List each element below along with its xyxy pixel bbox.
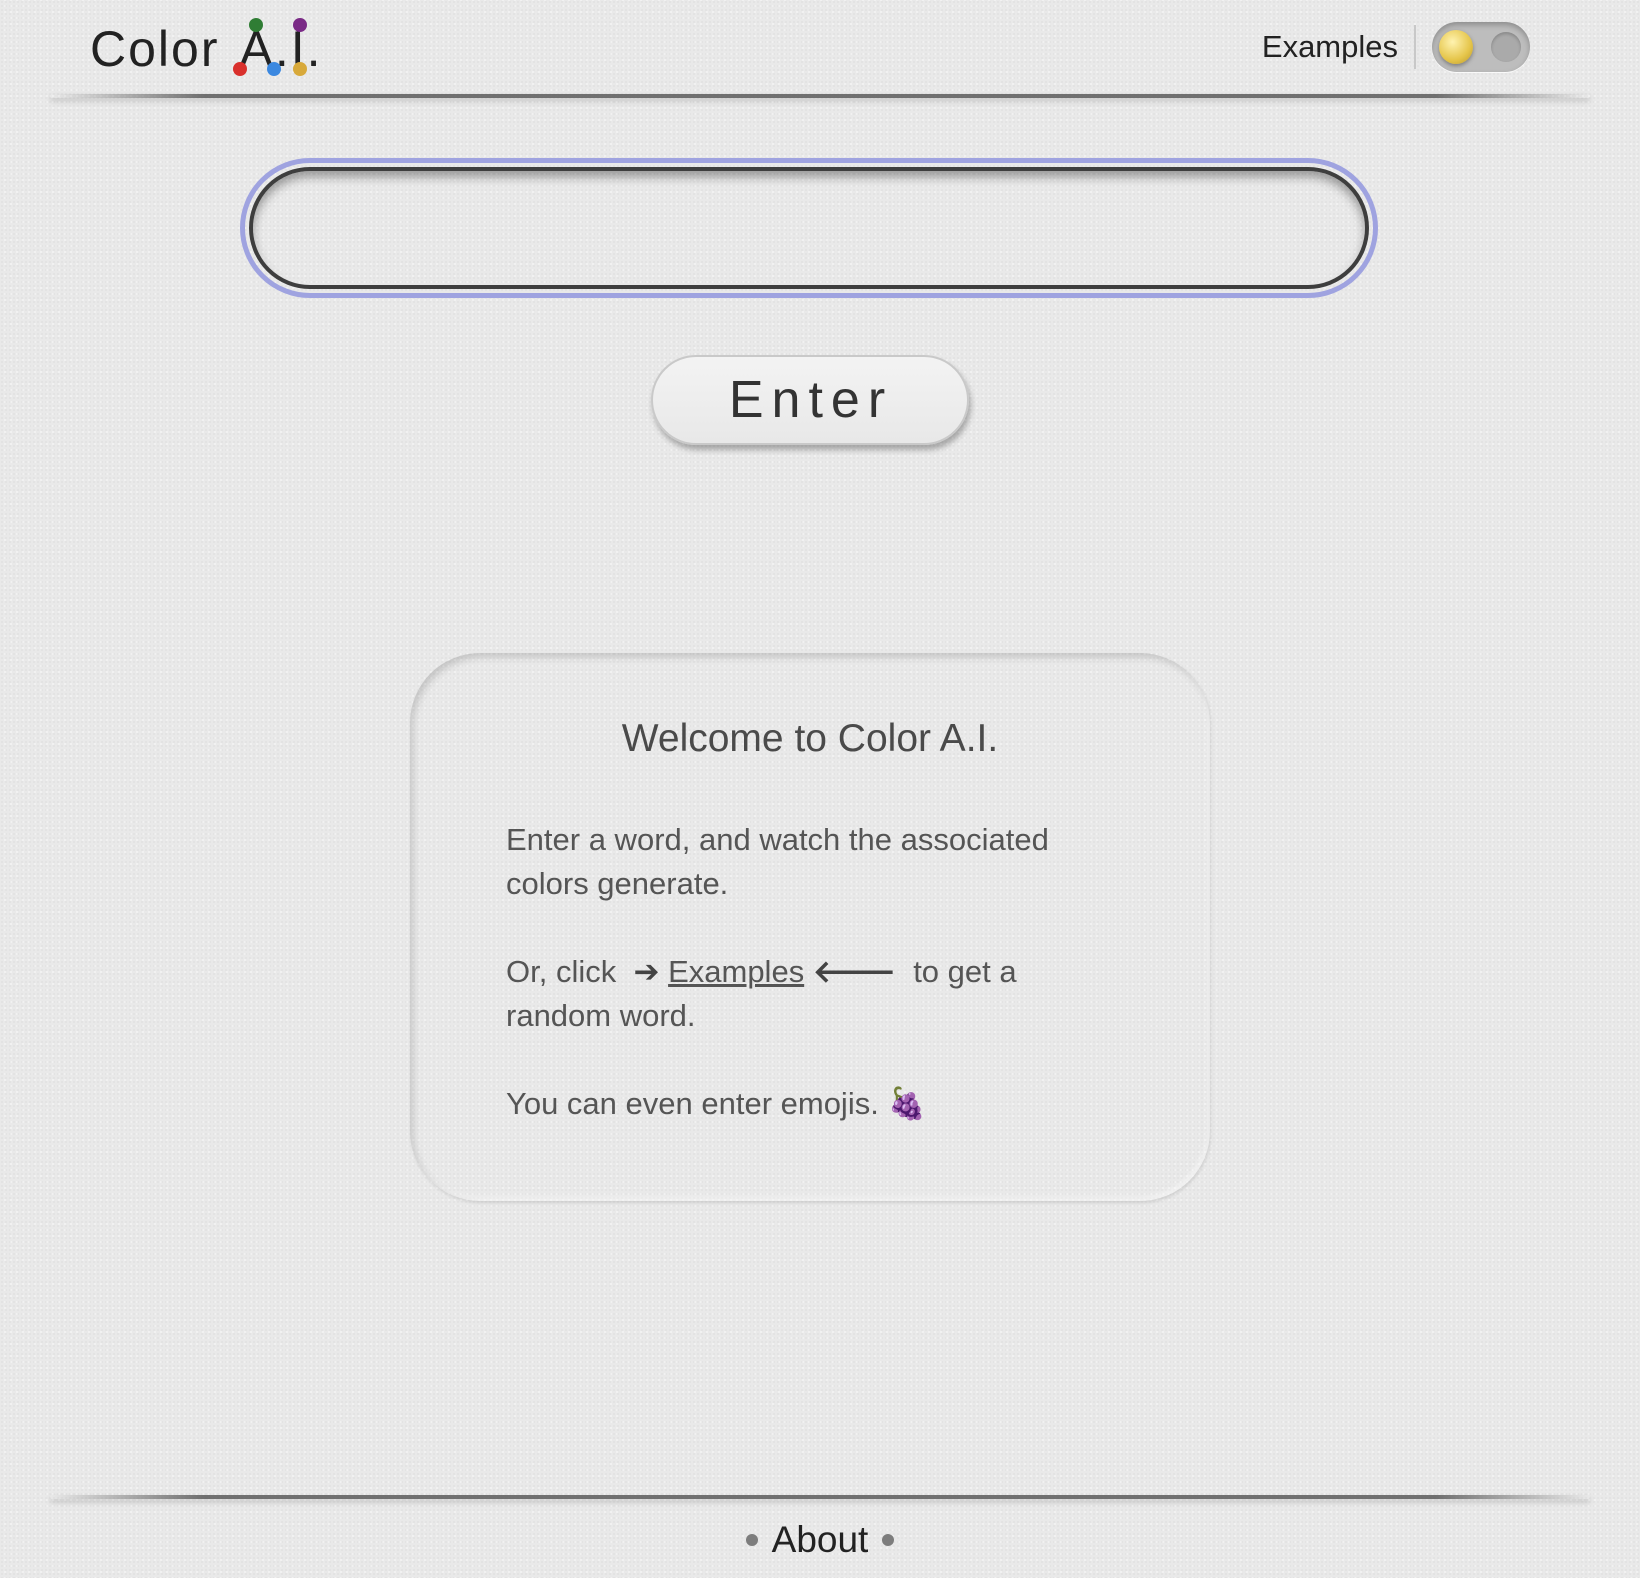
welcome-title: Welcome to Color A.I. — [621, 717, 999, 760]
welcome-examples-link[interactable]: Examples — [668, 954, 804, 989]
grapes-emoji-icon: 🍇 — [887, 1086, 927, 1121]
arrow-left-icon: 🡐 — [812, 954, 896, 989]
welcome-line-3-text: You can even enter emojis. — [506, 1086, 879, 1121]
footer: About — [0, 1510, 1640, 1570]
welcome-body: Enter a word, and watch the associated c… — [506, 818, 1126, 1170]
welcome-card: Welcome to Color A.I. Enter a word, and … — [410, 653, 1210, 1201]
bullet-icon — [882, 1534, 895, 1546]
examples-link[interactable]: Examples — [1262, 25, 1416, 69]
enter-button[interactable]: Enter — [651, 355, 969, 445]
about-link[interactable]: About — [772, 1519, 869, 1561]
logo-word: Color — [90, 21, 220, 77]
welcome-line-1: Enter a word, and watch the associated c… — [506, 822, 1049, 901]
welcome-line-2: Or, click ➔ Examples 🡐 to get a random w… — [506, 950, 1126, 1038]
bullet-icon — [745, 1534, 758, 1546]
moon-icon — [1491, 32, 1521, 62]
footer-divider — [50, 1495, 1590, 1499]
search-focus-ring — [240, 158, 1378, 298]
arrow-right-icon: ➔ — [633, 954, 660, 989]
header: Color A.I. Examples — [0, 0, 1640, 96]
logo-ai: A.I. — [233, 18, 322, 78]
logo[interactable]: Color A.I. — [90, 14, 323, 84]
search-input[interactable] — [249, 167, 1369, 289]
welcome-line-3: You can even enter emojis. 🍇 — [506, 1082, 1126, 1126]
sun-icon — [1439, 30, 1473, 64]
header-divider — [50, 94, 1590, 98]
header-actions: Examples — [1262, 22, 1530, 72]
welcome-line-2-prefix: Or, click — [506, 954, 617, 989]
theme-toggle[interactable] — [1432, 22, 1530, 72]
